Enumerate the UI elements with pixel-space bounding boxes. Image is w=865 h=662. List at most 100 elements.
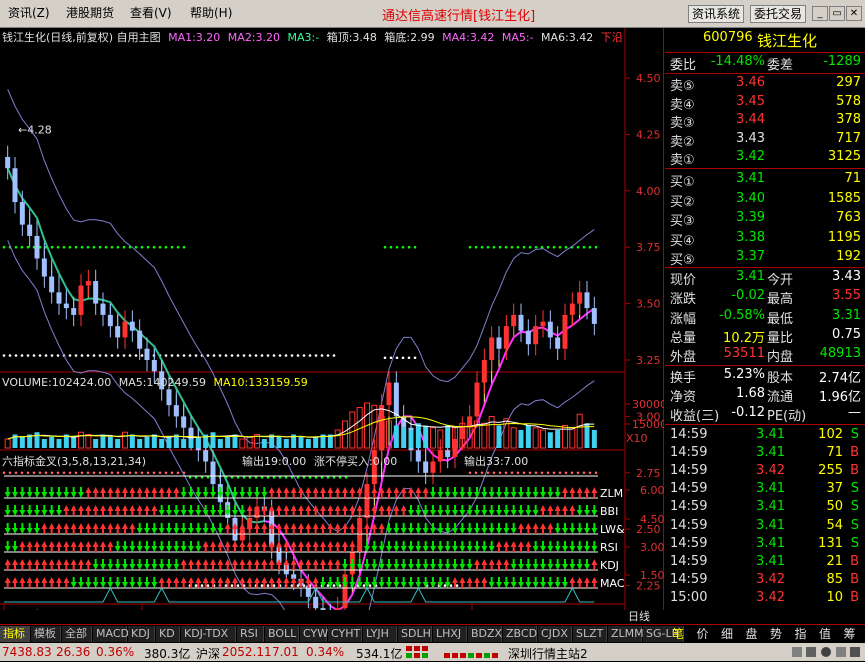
- box-dots: [230, 584, 234, 587]
- kline-chart[interactable]: 4.504.254.003.753.503.253.002.752.502.25…: [0, 28, 664, 610]
- ask-row: 卖② 3.43 717: [665, 131, 865, 150]
- arrow-up-stem: [278, 564, 280, 570]
- quote-tab[interactable]: 筹: [838, 626, 862, 642]
- quote-tab[interactable]: 势: [764, 626, 788, 642]
- sh-amount: 380.3亿: [144, 647, 191, 661]
- arrow-up-stem: [314, 492, 317, 498]
- arrow-up-stem: [336, 492, 339, 498]
- indicator-tab[interactable]: 模板: [31, 626, 61, 642]
- candle-body: [93, 281, 99, 304]
- quote-tab[interactable]: 笔: [666, 626, 690, 642]
- indicator-tab[interactable]: BOLL: [265, 626, 299, 642]
- indicator-tab[interactable]: CYW: [300, 626, 328, 642]
- volume-bar: [540, 429, 546, 449]
- candle-body: [63, 303, 69, 309]
- arrow-down: [518, 492, 524, 498]
- indicator-tab[interactable]: 全部: [62, 626, 92, 642]
- indicator-tab[interactable]: KDJ: [128, 626, 155, 642]
- indicator-tab[interactable]: ZLMM: [608, 626, 644, 642]
- close-icon[interactable]: ✕: [846, 6, 862, 21]
- menu-hk-futures[interactable]: 港股期货: [66, 4, 114, 21]
- restore-icon[interactable]: ▭: [829, 6, 845, 21]
- quote-tab[interactable]: 盘: [740, 626, 764, 642]
- arrow-down: [34, 492, 40, 498]
- indicator-tab[interactable]: MACD: [93, 626, 129, 642]
- indicator-header: 六指标金叉(3,5,8,13,21,34) 输出19:0.00 涨不停买入:0.…: [2, 453, 622, 469]
- arrow-up-stem: [226, 546, 229, 552]
- indicator-tab[interactable]: SLZT: [573, 626, 607, 642]
- arrow-up-stem: [307, 492, 310, 498]
- menu-view[interactable]: 查看(V): [130, 4, 172, 21]
- indicator-tab[interactable]: ZBCD: [503, 626, 537, 642]
- resistance-dots: [14, 245, 18, 249]
- quote-tab[interactable]: 指: [789, 626, 813, 642]
- tick-row: 14:59 3.41 21 B: [665, 554, 865, 572]
- indicator-tab[interactable]: KD: [156, 626, 180, 642]
- arrow-up-stem: [256, 564, 258, 570]
- weicha-label: 委差: [767, 58, 794, 73]
- resistance-dots: [395, 245, 399, 249]
- chart-area[interactable]: 4.50 4.25 4.00 3.75 3.50 3.25 3.00 2.75 2.50 2.25…: [0, 28, 664, 623]
- arrow-down: [217, 528, 224, 534]
- indicator-tab[interactable]: CJDX: [538, 626, 572, 642]
- arrow-down: [576, 546, 583, 552]
- indicator-tab[interactable]: CYHT: [328, 626, 362, 642]
- stat-label: 涨跌: [670, 292, 697, 308]
- arrow-up-stem: [483, 564, 486, 570]
- arrow-down: [437, 528, 444, 534]
- arrow-down: [518, 582, 524, 588]
- quote-tab[interactable]: 值: [813, 626, 837, 642]
- quote-tab[interactable]: 价: [691, 626, 715, 642]
- arrow-up-stem: [256, 528, 258, 534]
- arrow-down: [488, 582, 495, 588]
- indicator-tab[interactable]: 指标: [0, 626, 30, 642]
- volume-bar: [430, 427, 436, 449]
- trade-button[interactable]: 委托交易: [750, 5, 807, 23]
- arrow-up-stem: [380, 492, 383, 498]
- quote-tab[interactable]: 细: [715, 626, 739, 642]
- toolbar-icons[interactable]: [790, 645, 862, 659]
- indicator-tab[interactable]: SDLH: [398, 626, 432, 642]
- window-title: 通达信高速行情[钱江生化]: [382, 9, 536, 24]
- arrow-down: [532, 564, 539, 570]
- weibi-row: 委比 -14.48% 委差 -1289: [665, 54, 865, 73]
- support-dots: [116, 471, 120, 475]
- volume-bar: [481, 422, 488, 449]
- candle-body: [41, 258, 47, 277]
- support-dots: [546, 471, 550, 475]
- volume-bar: [115, 439, 121, 448]
- bid-label: 买④: [670, 233, 695, 249]
- tick-time: 14:59: [670, 517, 708, 533]
- arrow-down: [452, 564, 458, 570]
- indicator-tab[interactable]: KDJ-TDX: [181, 626, 236, 642]
- indicator-tab[interactable]: LYJH: [363, 626, 397, 642]
- box-dots: [164, 354, 168, 357]
- arrow-down: [554, 582, 561, 588]
- arrow-down: [562, 564, 568, 570]
- arrow-up-stem: [80, 528, 82, 534]
- arrow-up-stem: [58, 564, 60, 570]
- arrow-up-stem: [131, 510, 134, 516]
- ask-volume: 578: [836, 93, 861, 109]
- arrow-down: [210, 510, 216, 516]
- arrow-down: [510, 528, 517, 534]
- arrow-down: [532, 492, 539, 498]
- indicator-tab[interactable]: LHXJ: [433, 626, 467, 642]
- menu-help[interactable]: 帮助(H): [190, 4, 232, 21]
- support-dots: [8, 471, 12, 475]
- support-dots: [552, 471, 556, 475]
- arrow-up-stem: [87, 492, 90, 498]
- arrow-up-stem: [36, 546, 38, 552]
- indicator-tab[interactable]: BDZX: [468, 626, 502, 642]
- info-system-button[interactable]: 资讯系统: [688, 5, 745, 23]
- candle-body: [525, 330, 531, 345]
- indicator-tab[interactable]: RSI: [237, 626, 264, 642]
- arrow-down: [459, 528, 466, 534]
- arrow-down: [481, 510, 488, 516]
- arrow-down: [554, 528, 561, 534]
- menu-info[interactable]: 资讯(Z): [8, 4, 50, 21]
- box-dots: [320, 354, 324, 357]
- arrow-up-stem: [278, 528, 280, 534]
- minimize-icon[interactable]: _: [812, 6, 828, 21]
- arrow-down: [408, 564, 414, 570]
